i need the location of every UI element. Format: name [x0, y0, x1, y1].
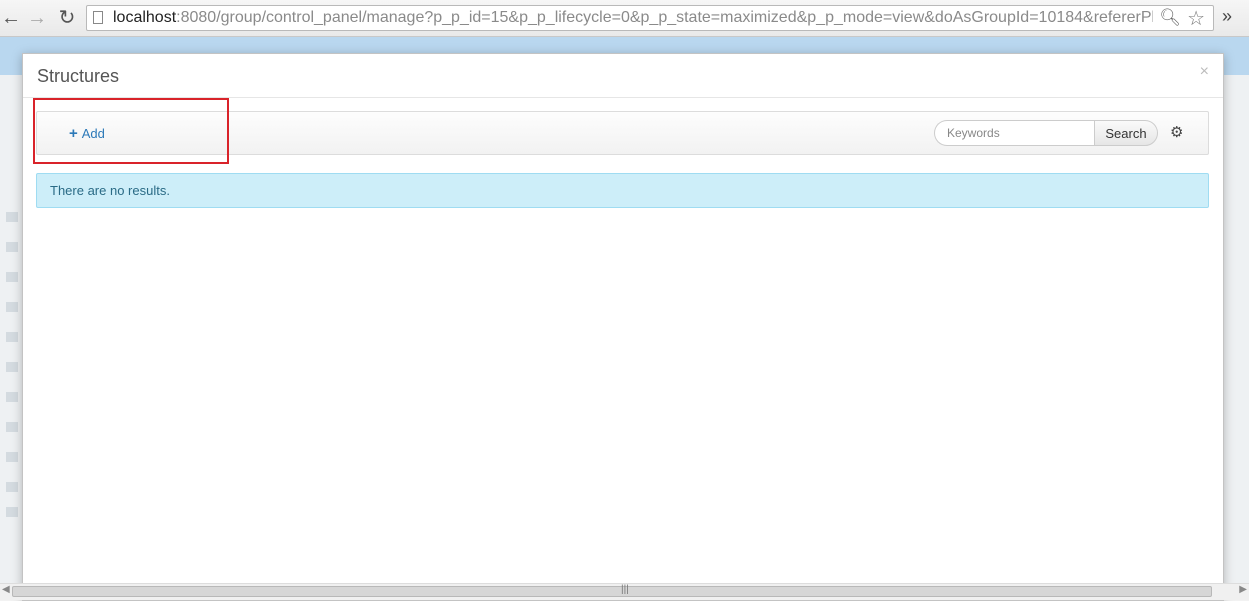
- structures-dialog: Structures × +Add Search ⚙ There are no …: [22, 53, 1224, 601]
- gear-icon[interactable]: ⚙: [1170, 123, 1183, 141]
- background-sidebar-item: [6, 242, 18, 252]
- background-sidebar-item: [6, 452, 18, 462]
- background-sidebar-item: [6, 332, 18, 342]
- add-highlight-box: [33, 98, 229, 164]
- horizontal-scrollbar[interactable]: ◀ ||| ▶: [0, 583, 1249, 600]
- background-sidebar-item: [6, 302, 18, 312]
- page-icon: [93, 11, 103, 24]
- search-button[interactable]: Search: [1094, 120, 1158, 146]
- reload-button[interactable]: ↻: [56, 6, 78, 30]
- background-sidebar-item: [6, 392, 18, 402]
- scroll-left-arrow-icon[interactable]: ◀: [2, 584, 10, 595]
- overflow-chevron-icon[interactable]: »: [1222, 6, 1232, 27]
- no-results-alert: There are no results.: [36, 173, 1209, 208]
- scrollbar-thumb[interactable]: |||: [12, 584, 1212, 597]
- background-sidebar-item: [6, 422, 18, 432]
- background-sidebar-item: [6, 362, 18, 372]
- background-sidebar-item: [6, 482, 18, 492]
- keywords-search-input[interactable]: [934, 120, 1094, 146]
- address-bar[interactable]: localhost:8080/group/control_panel/manag…: [86, 5, 1214, 31]
- forward-button[interactable]: →: [26, 6, 48, 30]
- zoom-icon[interactable]: 🔍︎: [1159, 8, 1181, 28]
- scrollbar-grip-icon: |||: [621, 584, 629, 595]
- dialog-title: Structures: [37, 66, 120, 86]
- close-button[interactable]: ×: [1200, 63, 1209, 81]
- background-sidebar-item: [6, 272, 18, 282]
- url-host: localhost: [113, 9, 177, 26]
- browser-toolbar: ← → ↻ localhost:8080/group/control_panel…: [0, 0, 1249, 37]
- url-path: :8080/group/control_panel/manage?p_p_id=…: [176, 9, 1153, 26]
- back-button[interactable]: ←: [0, 6, 22, 30]
- scroll-right-arrow-icon[interactable]: ▶: [1239, 584, 1247, 595]
- url-text[interactable]: localhost:8080/group/control_panel/manag…: [113, 6, 1153, 30]
- background-sidebar-item: [6, 507, 18, 517]
- bookmark-star-icon[interactable]: ☆: [1187, 6, 1205, 31]
- background-sidebar-item: [6, 212, 18, 222]
